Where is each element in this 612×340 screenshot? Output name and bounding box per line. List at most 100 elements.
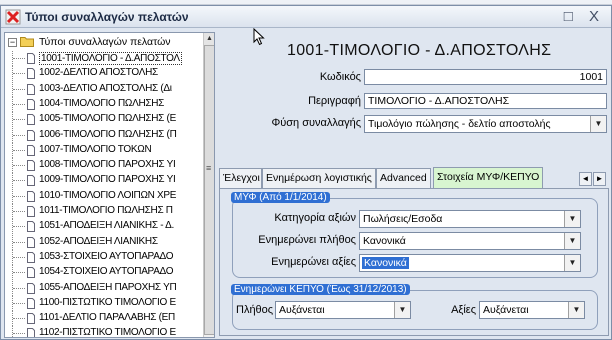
tree-item[interactable]: 1101-ΔΕΛΤΙΟ ΠΑΡΑΛΑΒΗΣ (ΕΠ (5, 311, 203, 327)
dropdown-arrow-icon[interactable]: ▼ (564, 211, 580, 227)
tree-item[interactable]: 1100-ΠΙΣΤΩΤΙΚΟ ΤΙΜΟΛΟΓΙΟ Ε (5, 295, 203, 311)
kepyo-quantity-value: Αυξάνεται (279, 304, 325, 316)
tab-scroll-left-icon[interactable]: ◄ (579, 172, 592, 186)
document-icon (27, 68, 35, 80)
tree-root[interactable]: − Τύποι συναλλαγών πελατών (5, 35, 203, 50)
tree-item[interactable]: 1001-ΤΙΜΟΛΟΓΙΟ - Δ.ΑΠΟΣΤΟΛ (5, 51, 203, 66)
document-icon (27, 221, 35, 233)
tree-item-label: 1006-ΤΙΜΟΛΟΓΙΟ ΠΩΛΗΣΗΣ (Π (39, 128, 177, 140)
kepyo-quantity-label: Πλήθος (236, 304, 274, 316)
code-label: Κωδικός (319, 71, 361, 83)
updates-values-select[interactable]: Κανονικά ▼ (359, 254, 581, 272)
tree-item[interactable]: 1011-ΤΙΜΟΛΟΓΙΟ ΠΩΛΗΣΗΣ Π (5, 204, 203, 219)
tree-item[interactable]: 1051-ΑΠΟΔΕΙΞΗ ΛΙΑΝΙΚΗΣ - Δ. (5, 219, 203, 235)
tree-scrollbar[interactable]: ▲ ≡ (203, 33, 214, 337)
description-field[interactable]: ΤΙΜΟΛΟΓΙΟ - Δ.ΑΠΟΣΤΟΛΗΣ (364, 93, 607, 109)
tree-connector (12, 295, 26, 311)
dropdown-arrow-icon[interactable]: ▼ (564, 255, 580, 271)
tree-item[interactable]: 1008-ΤΙΜΟΛΟΓΙΟ ΠΑΡΟΧΗΣ ΥΙ (5, 158, 203, 174)
tree-item-label: 1011-ΤΙΜΟΛΟΓΙΟ ΠΩΛΗΣΗΣ Π (39, 205, 173, 216)
value-category-select[interactable]: Πωλήσεις/Εσοδα ▼ (359, 210, 581, 228)
tree-connector (12, 173, 26, 189)
tree-item-label: 1054-ΣΤΟΙΧΕΙΟ ΑΥΤΟΠΑΡΑΔΟ (39, 266, 174, 278)
tree-item[interactable]: 1002-ΔΕΛΤΙΟ ΑΠΟΣΤΟΛΗΣ (5, 66, 203, 82)
tree-connector (12, 112, 26, 128)
tree-item[interactable]: 1053-ΣΤΟΙΧΕΙΟ ΑΥΤΟΠΑΡΑΔΟ (5, 249, 203, 265)
tree-item[interactable]: 1052-ΑΠΟΔΕΙΞΗ ΛΙΑΝΙΚΗΣ (5, 234, 203, 250)
tree-item[interactable]: 1005-ΤΙΜΟΛΟΓΙΟ ΠΩΛΗΣΗΣ (Ε (5, 112, 203, 128)
document-icon (27, 129, 35, 141)
tab-myf-kepyo[interactable]: Στοιχεία ΜΥΦ/ΚΕΠΥΟ (433, 167, 543, 188)
tree-item-label: 1009-ΤΙΜΟΛΟΓΙΟ ΠΑΡΟΧΗΣ ΥΙ (39, 174, 176, 186)
app-icon (5, 9, 21, 25)
dropdown-arrow-icon[interactable]: ▼ (568, 302, 584, 318)
tree-connector (12, 311, 26, 327)
tree-item-label: 1053-ΣΤΟΙΧΕΙΟ ΑΥΤΟΠΑΡΑΔΟ (39, 250, 174, 262)
dropdown-arrow-icon[interactable]: ▼ (590, 116, 606, 132)
document-icon (27, 206, 35, 217)
tree-item[interactable]: 1003-ΔΕΛΤΙΟ ΑΠΟΣΤΟΛΗΣ (Δι (5, 81, 203, 97)
value-category-label: Κατηγορία αξιών (274, 212, 356, 224)
code-field[interactable]: 1001 (364, 69, 607, 85)
updates-values-label: Ενημερώνει αξίες (271, 256, 356, 268)
window-controls[interactable]: □ X (564, 8, 605, 25)
tree-connector (12, 142, 26, 158)
transaction-nature-label: Φύση συναλλαγής (271, 117, 361, 129)
tree-item-label: 1052-ΑΠΟΔΕΙΞΗ ΛΙΑΝΙΚΗΣ (39, 235, 158, 247)
updates-quantity-label: Ενημερώνει πλήθος (258, 234, 356, 246)
tree-item[interactable]: 1006-ΤΙΜΟΛΟΓΙΟ ΠΩΛΗΣΗΣ (Π (5, 127, 203, 143)
tree-item[interactable]: 1004-ΤΙΜΟΛΟΓΙΟ ΠΩΛΗΣΗΣ (5, 96, 203, 112)
document-icon (27, 251, 35, 263)
tree-item-label: 1055-ΑΠΟΔΕΙΞΗ ΠΑΡΟΧΗΣ ΥΠ (39, 281, 177, 293)
document-icon (27, 83, 35, 95)
document-icon (27, 53, 35, 64)
tree-item-label: 1004-ΤΙΜΟΛΟΓΙΟ ΠΩΛΗΣΗΣ (39, 97, 165, 109)
scroll-grip-icon: ≡ (206, 163, 212, 173)
transaction-types-window: Τύποι συναλλαγών πελατών □ X − Τύποι συν… (0, 5, 612, 340)
tree-root-label: Τύποι συναλλαγών πελατών (39, 36, 171, 48)
collapse-expander-icon[interactable]: − (8, 38, 17, 47)
document-icon (27, 328, 35, 337)
tree-connector (12, 265, 26, 281)
tree-item[interactable]: 1009-ΤΙΜΟΛΟΓΙΟ ΠΑΡΟΧΗΣ ΥΙ (5, 173, 203, 189)
tree-item-label: 1001-ΤΙΜΟΛΟΓΙΟ - Δ.ΑΠΟΣΤΟΛ (39, 52, 182, 65)
tree-item[interactable]: 1007-ΤΙΜΟΛΟΓΙΟ ΤΟΚΩΝ (5, 142, 203, 158)
tab-checks[interactable]: Έλεγχοι (219, 168, 262, 188)
kepyo-quantity-select[interactable]: Αυξάνεται ▼ (275, 301, 411, 319)
description-label: Περιγραφή (308, 95, 361, 107)
tree-item[interactable]: 1010-ΤΙΜΟΛΟΓΙΟ ΛΟΙΠΩΝ ΧΡΕ (5, 188, 203, 204)
tab-advanced[interactable]: Advanced (376, 168, 431, 188)
document-icon (27, 98, 35, 110)
updates-quantity-select[interactable]: Κανονικά ▼ (359, 232, 581, 250)
document-icon (27, 282, 35, 294)
tab-accounting-update[interactable]: Ενημέρωση λογιστικής (262, 168, 376, 188)
tree-connector (12, 81, 26, 97)
myf-group-legend: ΜΥΦ (Από 1/1/2014) (231, 192, 330, 203)
dropdown-arrow-icon[interactable]: ▼ (564, 233, 580, 249)
dropdown-arrow-icon[interactable]: ▼ (394, 302, 410, 318)
tree-item-label: 1010-ΤΙΜΟΛΟΓΙΟ ΛΟΙΠΩΝ ΧΡΕ (39, 189, 177, 201)
myf-kepyo-tab-page: ΜΥΦ (Από 1/1/2014) Κατηγορία αξιών Πωλήσ… (219, 188, 609, 336)
tree-item[interactable]: 1055-ΑΠΟΔΕΙΞΗ ΠΑΡΟΧΗΣ ΥΠ (5, 280, 203, 296)
tree-connector (12, 51, 26, 66)
scroll-up-arrow-icon[interactable]: ▲ (204, 33, 214, 45)
kepyo-values-label: Αξίες (451, 304, 476, 316)
tree-item-label: 1100-ΠΙΣΤΩΤΙΚΟ ΤΙΜΟΛΟΓΙΟ Ε (39, 296, 176, 308)
transaction-types-tree[interactable]: − Τύποι συναλλαγών πελατών 1001-ΤΙΜΟΛΟΓΙ… (4, 32, 215, 338)
tree-connector (12, 96, 26, 112)
updates-quantity-value: Κανονικά (363, 235, 406, 247)
tree-item-label: 1051-ΑΠΟΔΕΙΞΗ ΛΙΑΝΙΚΗΣ - Δ. (39, 220, 175, 232)
document-icon (27, 236, 35, 248)
tree-connector (12, 326, 26, 337)
tree-connector (12, 158, 26, 174)
tab-scroll-right-icon[interactable]: ► (593, 172, 606, 186)
document-icon (27, 313, 35, 325)
title-bar[interactable]: Τύποι συναλλαγών πελατών □ X (1, 6, 611, 28)
transaction-nature-select[interactable]: Τιμολόγιο πώλησης - δελτίο αποστολής ▼ (364, 115, 607, 133)
tree-item[interactable]: 1102-ΠΙΣΤΩΤΙΚΟ ΤΙΜΟΛΟΓΙΟ Ε (5, 326, 203, 337)
scroll-thumb[interactable] (204, 45, 214, 335)
tree-item[interactable]: 1054-ΣΤΟΙΧΕΙΟ ΑΥΤΟΠΑΡΑΔΟ (5, 265, 203, 281)
value-category-value: Πωλήσεις/Εσοδα (363, 213, 443, 225)
tree-connector (12, 204, 26, 219)
kepyo-values-select[interactable]: Αυξάνεται ▼ (479, 301, 585, 319)
